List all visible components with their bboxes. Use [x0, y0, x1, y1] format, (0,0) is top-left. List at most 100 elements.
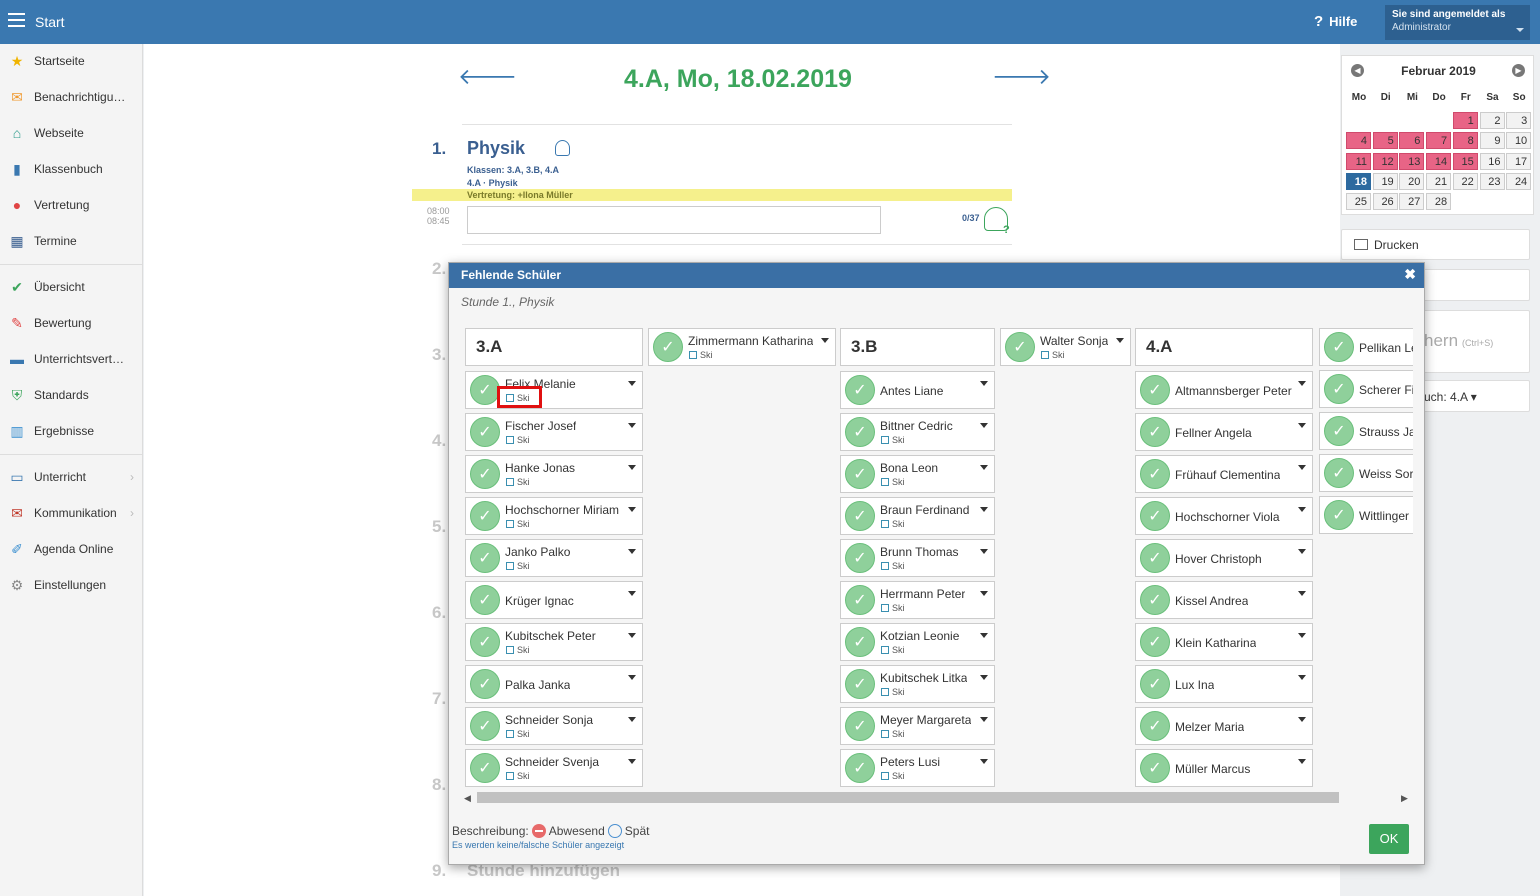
calendar-day[interactable]: 10: [1506, 132, 1532, 150]
caret-down-icon[interactable]: [980, 717, 988, 722]
scroll-left-icon[interactable]: ◀: [464, 793, 471, 804]
calendar-day[interactable]: 24: [1506, 172, 1532, 190]
student-card[interactable]: ✓ Fischer Josef Ski: [465, 413, 643, 451]
checkbox-icon[interactable]: [881, 604, 889, 612]
prev-day-arrow-icon[interactable]: 🡐: [458, 64, 517, 90]
check-circle-icon[interactable]: ✓: [1140, 711, 1170, 741]
check-circle-icon[interactable]: ✓: [1140, 543, 1170, 573]
wrong-students-link[interactable]: Es werden keine/falsche Schüler angezeig…: [452, 840, 624, 850]
caret-down-icon[interactable]: [1298, 591, 1306, 596]
caret-down-icon[interactable]: [821, 338, 829, 343]
sidebar-item[interactable]: ✎ Bewertung: [0, 308, 142, 338]
print-button[interactable]: Drucken: [1341, 229, 1530, 260]
student-card[interactable]: ✓ Brunn Thomas Ski: [840, 539, 995, 577]
check-circle-icon[interactable]: ✓: [1140, 375, 1170, 405]
student-card[interactable]: ✓ Antes Liane: [840, 371, 995, 409]
checkbox-icon[interactable]: [881, 772, 889, 780]
caret-down-icon[interactable]: [1298, 675, 1306, 680]
calendar-day[interactable]: 12: [1372, 152, 1398, 170]
student-card[interactable]: ✓ Bona Leon Ski: [840, 455, 995, 493]
sidebar-item[interactable]: ▦ Termine: [0, 226, 142, 256]
check-circle-icon[interactable]: ✓: [845, 627, 875, 657]
student-card[interactable]: ✓ Lux Ina: [1135, 665, 1313, 703]
caret-down-icon[interactable]: [628, 423, 636, 428]
checkbox-icon[interactable]: [506, 436, 514, 444]
caret-down-icon[interactable]: [980, 549, 988, 554]
calendar-day[interactable]: 25: [1346, 193, 1371, 211]
check-circle-icon[interactable]: ✓: [845, 585, 875, 615]
student-card[interactable]: ✓ Schneider Sonja Ski: [465, 707, 643, 745]
calendar-next-icon[interactable]: ▶: [1512, 64, 1525, 77]
caret-down-icon[interactable]: [980, 591, 988, 596]
check-circle-icon[interactable]: ✓: [470, 627, 500, 657]
app-title[interactable]: Start: [35, 14, 65, 30]
caret-down-icon[interactable]: [980, 633, 988, 638]
check-circle-icon[interactable]: ✓: [1140, 459, 1170, 489]
calendar-day[interactable]: 7: [1426, 132, 1452, 150]
check-circle-icon[interactable]: ✓: [845, 711, 875, 741]
caret-down-icon[interactable]: [1298, 423, 1306, 428]
check-circle-icon[interactable]: ✓: [1140, 753, 1170, 783]
caret-down-icon[interactable]: [628, 717, 636, 722]
check-circle-icon[interactable]: ✓: [1005, 332, 1035, 362]
menu-icon[interactable]: [8, 13, 25, 27]
check-circle-icon[interactable]: ✓: [470, 711, 500, 741]
caret-down-icon[interactable]: [628, 675, 636, 680]
check-circle-icon[interactable]: ✓: [1324, 500, 1354, 530]
student-card[interactable]: ✓ Schneider Svenja Ski: [465, 749, 643, 787]
calendar-day[interactable]: 23: [1479, 172, 1505, 190]
checkbox-icon[interactable]: [881, 436, 889, 444]
caret-down-icon[interactable]: [980, 759, 988, 764]
checkbox-icon[interactable]: [881, 730, 889, 738]
caret-down-icon[interactable]: [628, 381, 636, 386]
student-card[interactable]: ✓ Janko Palko Ski: [465, 539, 643, 577]
student-card[interactable]: ✓ Meyer Margareta Ski: [840, 707, 995, 745]
check-circle-icon[interactable]: ✓: [845, 753, 875, 783]
checkbox-icon[interactable]: [506, 646, 514, 654]
check-circle-icon[interactable]: ✓: [845, 501, 875, 531]
checkbox-icon[interactable]: [881, 478, 889, 486]
check-circle-icon[interactable]: ✓: [1140, 669, 1170, 699]
checkbox-icon[interactable]: [881, 646, 889, 654]
caret-down-icon[interactable]: [628, 633, 636, 638]
calendar-day[interactable]: 6: [1399, 132, 1425, 150]
check-circle-icon[interactable]: ✓: [1140, 501, 1170, 531]
calendar-day[interactable]: 4: [1346, 132, 1371, 150]
check-circle-icon[interactable]: ✓: [470, 459, 500, 489]
sidebar-item[interactable]: ⌂ Webseite: [0, 118, 142, 148]
checkbox-icon[interactable]: [1041, 351, 1049, 359]
student-card[interactable]: ✓ Herrmann Peter Ski: [840, 581, 995, 619]
student-card[interactable]: ✓ Hover Christoph: [1135, 539, 1313, 577]
check-circle-icon[interactable]: ✓: [845, 543, 875, 573]
calendar-day[interactable]: 11: [1346, 152, 1371, 170]
student-card[interactable]: ✓ Frühauf Clementina: [1135, 455, 1313, 493]
checkbox-icon[interactable]: [881, 562, 889, 570]
student-card[interactable]: ✓ Felix Melanie Ski: [465, 371, 643, 409]
teacher-icon[interactable]: [555, 140, 570, 156]
student-card[interactable]: ✓ Kotzian Leonie Ski: [840, 623, 995, 661]
student-card[interactable]: ✓ Pellikan Le: [1319, 328, 1413, 366]
student-card[interactable]: ✓ Strauss Ja: [1319, 412, 1413, 450]
checkbox-icon[interactable]: [506, 478, 514, 486]
student-card[interactable]: ✓ Kubitschek Litka Ski: [840, 665, 995, 703]
student-card[interactable]: ✓ Hochschorner Viola: [1135, 497, 1313, 535]
calendar-day[interactable]: 14: [1426, 152, 1452, 170]
caret-down-icon[interactable]: [628, 507, 636, 512]
caret-down-icon[interactable]: [1298, 381, 1306, 386]
sidebar-item[interactable]: ✉ Benachrichtigu…: [0, 82, 142, 112]
next-day-arrow-icon[interactable]: 🡒: [992, 64, 1051, 90]
student-card[interactable]: ✓ Müller Marcus: [1135, 749, 1313, 787]
caret-down-icon[interactable]: [980, 381, 988, 386]
check-circle-icon[interactable]: ✓: [1324, 458, 1354, 488]
student-card[interactable]: ✓ Zimmermann Katharina Ski: [648, 328, 836, 366]
student-card[interactable]: ✓ Fellner Angela: [1135, 413, 1313, 451]
check-circle-icon[interactable]: ✓: [470, 753, 500, 783]
ok-button[interactable]: OK: [1369, 824, 1409, 854]
calendar-day[interactable]: 27: [1399, 193, 1425, 211]
check-circle-icon[interactable]: ✓: [1140, 627, 1170, 657]
sidebar-item[interactable]: ⚙ Einstellungen: [0, 570, 142, 600]
student-card[interactable]: ✓ Kubitschek Peter Ski: [465, 623, 643, 661]
caret-down-icon[interactable]: [1298, 759, 1306, 764]
check-circle-icon[interactable]: ✓: [845, 459, 875, 489]
student-card[interactable]: ✓ Braun Ferdinand Ski: [840, 497, 995, 535]
